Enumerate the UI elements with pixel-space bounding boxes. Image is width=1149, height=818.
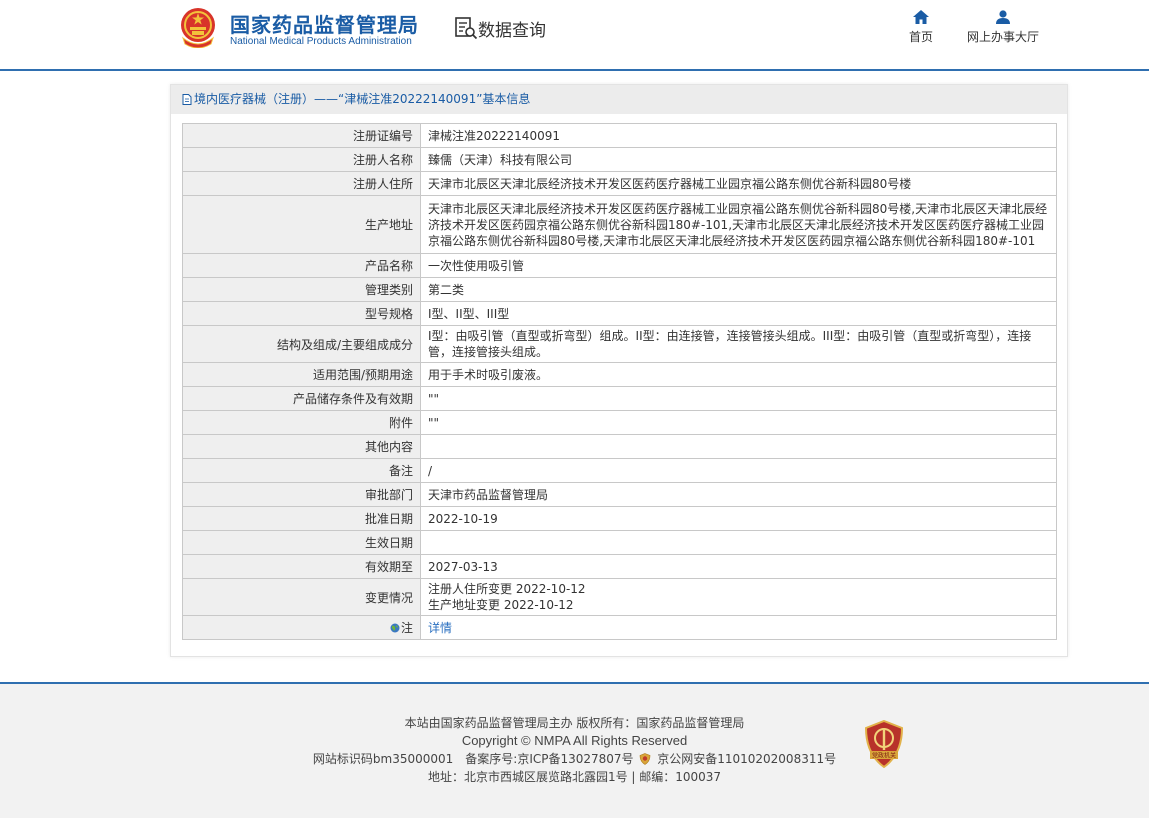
panel-title: 境内医疗器械（注册）——“津械注准20222140091”基本信息 — [194, 92, 531, 106]
note-label-text: 注 — [400, 621, 413, 635]
row-value: / — [420, 458, 1057, 483]
footer-text: 本站由国家药品监督管理局主办 版权所有：国家药品监督管理局 Copyright … — [0, 714, 1149, 786]
table-row: 注册人住所 天津市北辰区天津北辰经济技术开发区医药医疗器械工业园京福公路东侧优谷… — [182, 171, 1057, 196]
table-row-changes: 变更情况 注册人住所变更 2022-10-12 生产地址变更 2022-10-1… — [182, 578, 1057, 616]
row-label: 其他内容 — [182, 434, 421, 459]
table-row: 其他内容 — [182, 434, 1057, 459]
data-query-title[interactable]: 数据查询 — [478, 16, 546, 41]
detail-panel: 境内医疗器械（注册）——“津械注准20222140091”基本信息 注册证编号 … — [170, 84, 1068, 657]
row-label: 审批部门 — [182, 482, 421, 507]
row-value-changes: 注册人住所变更 2022-10-12 生产地址变更 2022-10-12 — [420, 578, 1057, 616]
nav-home[interactable]: 首页 — [906, 10, 936, 45]
table-row-note: 注 详情 — [182, 615, 1057, 640]
user-icon — [996, 10, 1010, 24]
row-value — [420, 530, 1057, 555]
row-label: 注册人名称 — [182, 147, 421, 172]
row-label: 产品储存条件及有效期 — [182, 386, 421, 411]
change-entry: 注册人住所变更 2022-10-12 — [428, 582, 586, 596]
row-label-note: 注 — [182, 615, 421, 640]
table-row: 审批部门 天津市药品监督管理局 — [182, 482, 1057, 507]
footer-registration: 网站标识码bm35000001 备案序号:京ICP备13027807号 京公网安… — [0, 750, 1149, 768]
row-label: 变更情况 — [182, 578, 421, 616]
badge-text: 党政机关 — [872, 752, 896, 760]
row-value: 2022-10-19 — [420, 506, 1057, 531]
row-value: I型：由吸引管（直型或折弯型）组成。II型：由连接管，连接管接头组成。III型：… — [420, 325, 1057, 363]
table-row: 有效期至 2027-03-13 — [182, 554, 1057, 579]
footer-copyright: Copyright © NMPA All Rights Reserved — [461, 733, 688, 748]
footer-police-record[interactable]: 京公网安备11010202008311号 — [657, 752, 836, 766]
table-row: 备注 / — [182, 458, 1057, 483]
row-value: 臻儒（天津）科技有限公司 — [420, 147, 1057, 172]
row-value: 用于手术时吸引废液。 — [420, 362, 1057, 387]
site-footer: 本站由国家药品监督管理局主办 版权所有：国家药品监督管理局 Copyright … — [0, 682, 1149, 818]
row-label: 注册证编号 — [182, 123, 421, 148]
row-label: 适用范围/预期用途 — [182, 362, 421, 387]
row-value: 天津市药品监督管理局 — [420, 482, 1057, 507]
row-label: 结构及组成/主要组成成分 — [182, 325, 421, 363]
globe-icon — [390, 623, 400, 632]
nav-home-label: 首页 — [908, 30, 933, 44]
org-name-cn: 国家药品监督管理局 — [230, 13, 419, 37]
panel-title-bar: 境内医疗器械（注册）——“津械注准20222140091”基本信息 — [171, 85, 1067, 114]
details-link[interactable]: 详情 — [428, 621, 452, 635]
row-value: 天津市北辰区天津北辰经济技术开发区医药医疗器械工业园京福公路东侧优谷新科园80号… — [420, 171, 1057, 196]
row-label: 型号规格 — [182, 301, 421, 326]
party-government-badge-icon[interactable]: 党政机关 — [864, 720, 904, 768]
footer-icp[interactable]: 网站标识码bm35000001 备案序号:京ICP备13027807号 — [313, 752, 634, 766]
row-value: 2027-03-13 — [420, 554, 1057, 579]
document-icon — [182, 94, 192, 105]
table-row: 适用范围/预期用途 用于手术时吸引废液。 — [182, 362, 1057, 387]
table-row: 批准日期 2022-10-19 — [182, 506, 1057, 531]
registration-info-table: 注册证编号 津械注准20222140091 注册人名称 臻儒（天津）科技有限公司… — [182, 123, 1057, 640]
row-label: 产品名称 — [182, 253, 421, 278]
table-row: 注册人名称 臻儒（天津）科技有限公司 — [182, 147, 1057, 172]
nav-online-hall-label: 网上办事大厅 — [966, 30, 1039, 44]
row-value — [420, 434, 1057, 459]
table-row: 产品名称 一次性使用吸引管 — [182, 253, 1057, 278]
table-row: 型号规格 I型、II型、III型 — [182, 301, 1057, 326]
table-row: 生效日期 — [182, 530, 1057, 555]
row-label: 注册人住所 — [182, 171, 421, 196]
row-label: 附件 — [182, 410, 421, 435]
row-label: 管理类别 — [182, 277, 421, 302]
row-value: "" — [420, 410, 1057, 435]
row-value-note: 详情 — [420, 615, 1057, 640]
row-value: "" — [420, 386, 1057, 411]
row-label: 生产地址 — [182, 195, 421, 254]
row-value: I型、II型、III型 — [420, 301, 1057, 326]
row-value: 天津市北辰区天津北辰经济技术开发区医药医疗器械工业园京福公路东侧优谷新科园80号… — [420, 195, 1057, 254]
note-label: 注 — [390, 619, 413, 636]
table-row: 注册证编号 津械注准20222140091 — [182, 123, 1057, 148]
national-emblem-icon — [181, 8, 215, 48]
home-icon — [913, 10, 929, 24]
table-row: 附件 "" — [182, 410, 1057, 435]
row-label: 生效日期 — [182, 530, 421, 555]
police-badge-icon — [640, 753, 651, 765]
nav-online-hall[interactable]: 网上办事大厅 — [964, 10, 1042, 45]
table-row: 产品储存条件及有效期 "" — [182, 386, 1057, 411]
table-row: 生产地址 天津市北辰区天津北辰经济技术开发区医药医疗器械工业园京福公路东侧优谷新… — [182, 195, 1057, 254]
row-value: 津械注准20222140091 — [420, 123, 1057, 148]
row-value: 第二类 — [420, 277, 1057, 302]
data-query-icon[interactable] — [454, 16, 478, 40]
site-header: 国家药品监督管理局 National Medical Products Admi… — [0, 0, 1149, 71]
org-name-en: National Medical Products Administration — [230, 36, 412, 47]
table-row: 结构及组成/主要组成成分 I型：由吸引管（直型或折弯型）组成。II型：由连接管，… — [182, 325, 1057, 363]
row-value: 一次性使用吸引管 — [420, 253, 1057, 278]
table-row: 管理类别 第二类 — [182, 277, 1057, 302]
row-label: 批准日期 — [182, 506, 421, 531]
row-label: 有效期至 — [182, 554, 421, 579]
footer-address: 地址：北京市西城区展览路北露园1号 | 邮编：100037 — [427, 770, 722, 784]
change-entry: 生产地址变更 2022-10-12 — [428, 598, 574, 612]
row-label: 备注 — [182, 458, 421, 483]
footer-host: 本站由国家药品监督管理局主办 版权所有：国家药品监督管理局 — [404, 716, 745, 730]
